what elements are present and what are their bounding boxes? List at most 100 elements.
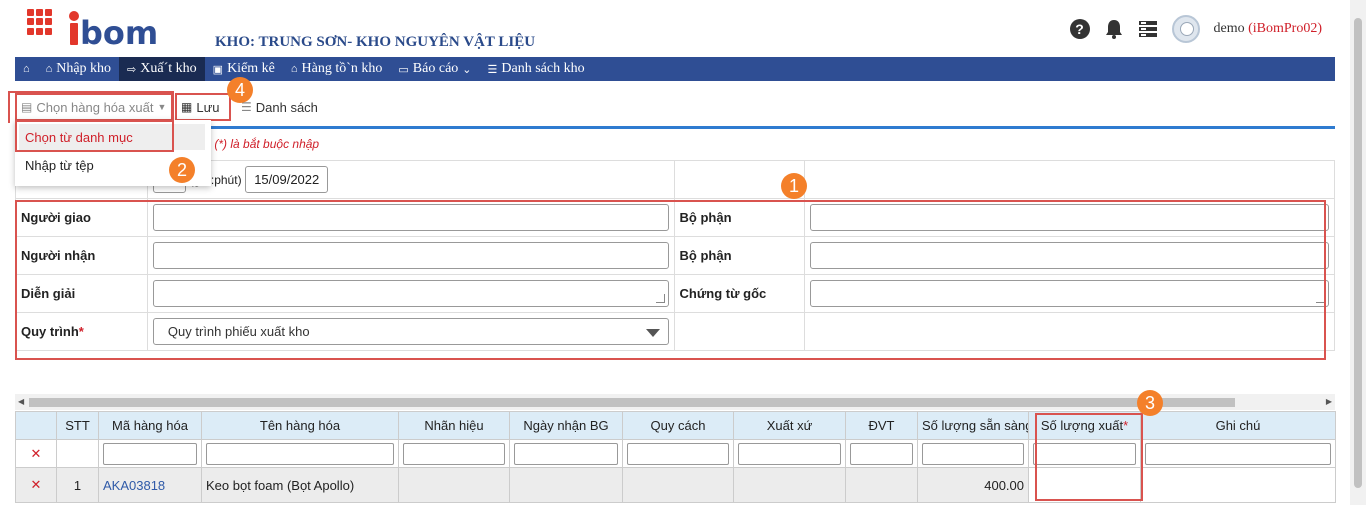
filter-export-input[interactable] xyxy=(1033,442,1136,465)
filter-origin-input[interactable] xyxy=(738,442,841,465)
col-origin[interactable]: Xuất xứ xyxy=(733,411,846,440)
avatar[interactable] xyxy=(1171,15,1200,43)
scroll-right-icon[interactable]: ▶ xyxy=(1326,397,1332,406)
col-spec[interactable]: Quy cách xyxy=(622,411,734,440)
checklist-icon: ▣ xyxy=(212,63,224,76)
filter-note-cell xyxy=(1140,439,1336,468)
col-stt[interactable]: STT xyxy=(56,411,99,440)
col-available-qty[interactable]: Số lượng sẵn sàng xyxy=(917,411,1029,440)
nav-warehouse-list[interactable]: ☰ Danh sách kho xyxy=(480,57,593,81)
ibom-logo-icon: bom xyxy=(69,11,158,52)
toolbar-divider xyxy=(15,126,1335,129)
clear-filter-icon[interactable]: ✕ xyxy=(15,439,57,468)
user-name[interactable]: demo (iBomPro02) xyxy=(1214,21,1323,37)
col-unit[interactable]: ĐVT xyxy=(845,411,918,440)
col-export-qty-label: Số lượng xuất xyxy=(1040,418,1124,433)
toolbar: ▤ Chọn hàng hóa xuất ▼ ▦ Lưu ☰ Danh sách xyxy=(15,90,1335,126)
filter-date-cell xyxy=(509,439,623,468)
col-quote-date[interactable]: Ngày nhận BG xyxy=(509,411,623,440)
col-code[interactable]: Mã hàng hóa xyxy=(98,411,202,440)
row-export-qty-input[interactable] xyxy=(1028,467,1141,503)
receiver-input[interactable] xyxy=(152,242,669,269)
user-account-text: (iBomPro02) xyxy=(1248,21,1322,36)
notification-button[interactable] xyxy=(1104,19,1124,39)
col-name[interactable]: Tên hàng hóa xyxy=(201,411,399,440)
help-button[interactable]: ? xyxy=(1069,19,1090,39)
col-export-qty[interactable]: Số lượng xuất* xyxy=(1028,411,1141,440)
ibom-logo[interactable]: bom xyxy=(66,6,161,52)
deliverer-department-input[interactable] xyxy=(810,204,1329,231)
dropdown-highlight-frame-top xyxy=(8,91,174,123)
delete-row-icon[interactable]: ✕ xyxy=(15,467,57,503)
description-cell xyxy=(146,274,675,313)
filter-code-cell xyxy=(98,439,202,468)
warehouse-title: KHO: TRUNG SƠN- KHO NGUYÊN VẬT LIỆU xyxy=(215,34,536,50)
filter-name-input[interactable] xyxy=(206,442,394,465)
server-icon xyxy=(1138,21,1157,37)
page-vertical-scrollbar[interactable] xyxy=(1350,0,1366,505)
description-textarea[interactable] xyxy=(152,280,669,307)
vertical-scroll-thumb[interactable] xyxy=(1354,18,1362,488)
row-name: Keo bọt foam (Bọt Apollo) xyxy=(201,467,399,503)
filter-spec-cell xyxy=(622,439,734,468)
original-doc-label: Chứng từ gốc xyxy=(673,274,806,313)
list-button[interactable]: ☰ Danh sách xyxy=(241,96,318,118)
filter-date-input[interactable] xyxy=(514,442,618,465)
receiver-department-input[interactable] xyxy=(810,242,1329,269)
warehouse-out-icon: ⇨ xyxy=(127,63,137,76)
department-cell xyxy=(804,198,1335,237)
filter-export-cell xyxy=(1028,439,1141,468)
filter-code-input[interactable] xyxy=(103,442,197,465)
empty-cell xyxy=(673,312,806,351)
scroll-thumb[interactable] xyxy=(29,398,1235,407)
filter-unit-cell xyxy=(845,439,918,468)
nav-stock[interactable]: ⌂ Hàng tồ`n kho xyxy=(283,57,391,81)
deliverer-input[interactable] xyxy=(152,204,669,231)
goods-grid: STT Mã hàng hóa Tên hàng hóa Nhãn hiệu N… xyxy=(15,411,1336,503)
page: bom KHO: TRUNG SƠN- KHO NGUYÊN VẬT LIỆU … xyxy=(0,0,1366,505)
col-note[interactable]: Ghi chú xyxy=(1140,411,1336,440)
stock-icon: ⌂ xyxy=(290,63,298,75)
nav-report[interactable]: ▭ Báo cáo ⌄ xyxy=(390,57,479,81)
row-origin xyxy=(733,467,846,503)
filter-brand-input[interactable] xyxy=(403,442,505,465)
header: bom KHO: TRUNG SƠN- KHO NGUYÊN VẬT LIỆU … xyxy=(0,0,1350,57)
nav-export[interactable]: ⇨ Xuấ´t kho xyxy=(119,57,205,81)
description-label: Diễn giải xyxy=(15,274,148,313)
help-icon: ? xyxy=(1069,19,1090,39)
original-doc-textarea[interactable] xyxy=(810,280,1329,307)
svg-text:bom: bom xyxy=(80,14,158,48)
save-button[interactable]: ▦ Lưu xyxy=(175,93,231,121)
row-note-input[interactable] xyxy=(1140,467,1336,503)
department-label-2: Bộ phận xyxy=(673,236,806,275)
nav-import[interactable]: ⌂ Nhập kho xyxy=(38,57,119,81)
date-input[interactable]: 15/09/2022 xyxy=(245,166,329,193)
filter-unit-input[interactable] xyxy=(850,442,913,465)
filter-name-cell xyxy=(201,439,399,468)
filter-stt xyxy=(56,439,99,468)
nav-home[interactable]: ⌂ xyxy=(15,57,38,81)
server-button[interactable] xyxy=(1138,19,1158,39)
badge-4: 4 xyxy=(227,77,253,103)
chevron-down-icon: ⌄ xyxy=(462,63,472,76)
receiver-cell xyxy=(146,236,675,275)
col-brand[interactable]: Nhãn hiệu xyxy=(398,411,510,440)
filter-available-input[interactable] xyxy=(922,442,1024,465)
nav-import-label: Nhập kho xyxy=(56,61,112,76)
required-mark: * xyxy=(1123,418,1129,433)
apps-grid-icon[interactable] xyxy=(27,9,53,35)
process-label: Quy trình* xyxy=(15,312,148,351)
scroll-left-icon[interactable]: ◀ xyxy=(18,397,24,406)
row-code-link[interactable]: AKA03818 xyxy=(98,467,202,503)
filter-spec-input[interactable] xyxy=(627,442,729,465)
filter-origin-cell xyxy=(733,439,846,468)
empty-cell xyxy=(804,312,1335,351)
filter-note-input[interactable] xyxy=(1145,442,1331,465)
save-icon: ▦ xyxy=(181,100,193,114)
process-select[interactable]: Quy trình phiếu xuất kho xyxy=(152,318,669,345)
receiver-label: Người nhận xyxy=(15,236,148,275)
export-form: -0-0 (giờ:phút) 15/09/2022 Người giao Bộ… xyxy=(15,160,1335,351)
list-label: Danh sách xyxy=(255,99,318,115)
required-mark: * xyxy=(78,324,84,339)
nav-inventory-check-label: Kiểm kê xyxy=(227,61,275,76)
